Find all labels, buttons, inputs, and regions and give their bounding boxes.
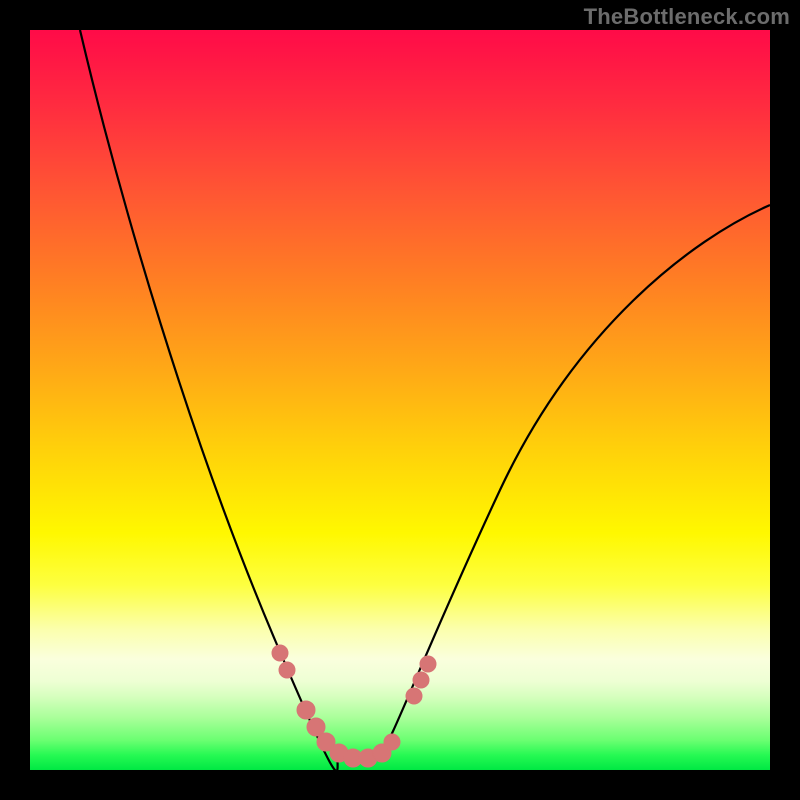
marker-11 [413, 672, 429, 688]
marker-12 [420, 656, 436, 672]
plot-area [30, 30, 770, 770]
marker-1 [279, 662, 295, 678]
marker-group [272, 645, 436, 767]
marker-9 [384, 734, 400, 750]
marker-10 [406, 688, 422, 704]
curve-right-branch [380, 205, 770, 755]
marker-2 [297, 701, 315, 719]
chart-frame: TheBottleneck.com [0, 0, 800, 800]
curve-left-branch [80, 30, 340, 770]
chart-svg [30, 30, 770, 770]
marker-0 [272, 645, 288, 661]
watermark-text: TheBottleneck.com [584, 4, 790, 30]
